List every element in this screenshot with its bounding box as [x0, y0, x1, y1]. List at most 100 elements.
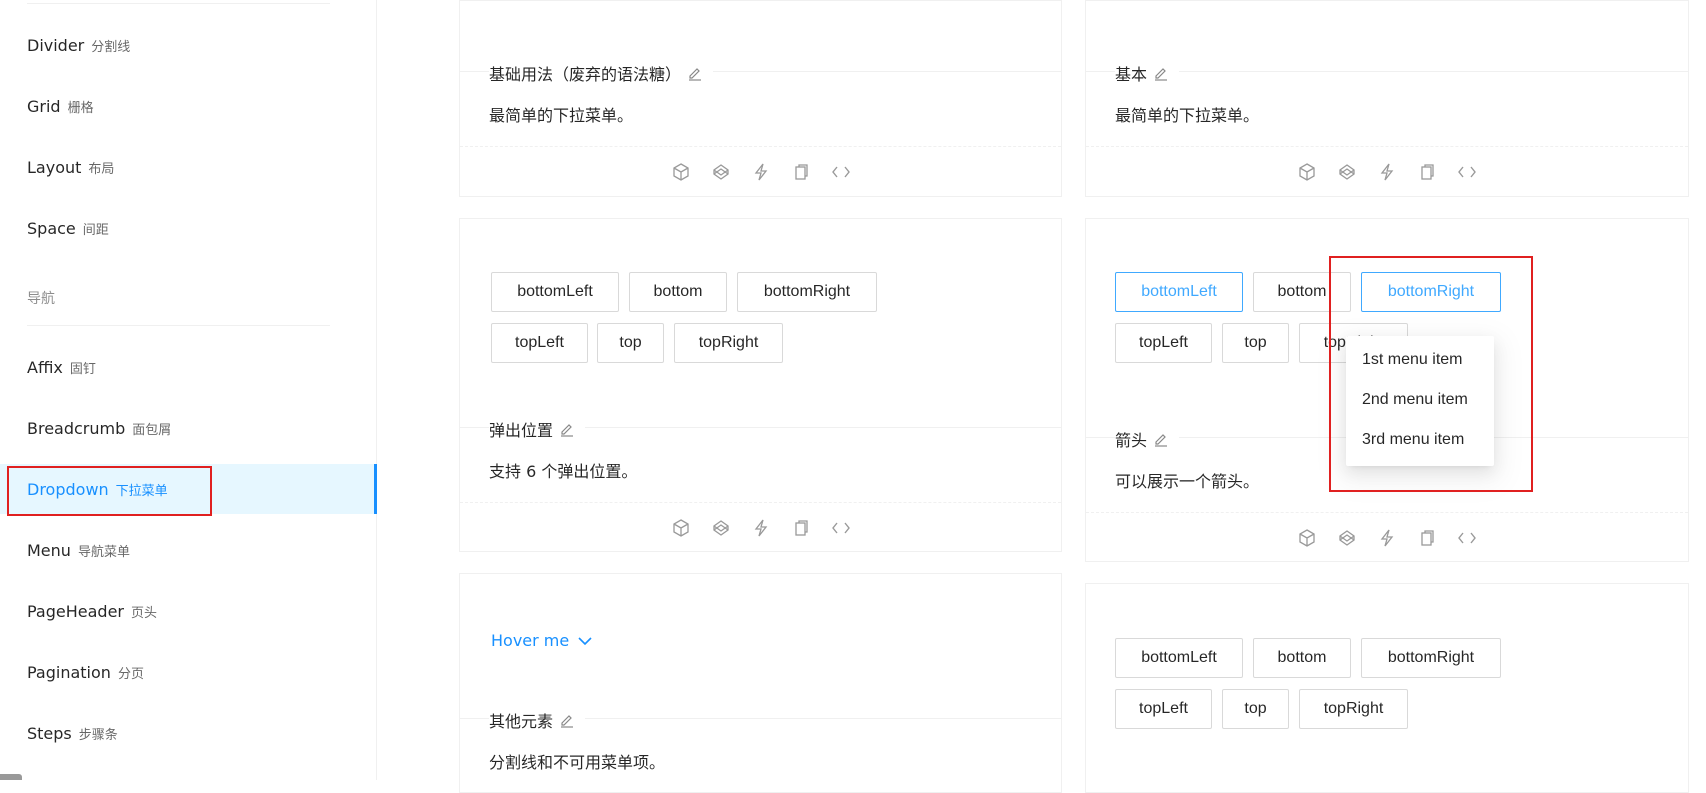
sidebar-item-sublabel: 分割线: [91, 39, 131, 55]
sidebar-item-sublabel: 页头: [131, 605, 158, 621]
placement-button-bottomright[interactable]: bottomRight: [737, 272, 877, 312]
hover-me-link[interactable]: Hover me: [491, 631, 593, 650]
demo-title: 基础用法（废弃的语法糖）: [489, 61, 714, 85]
demo-description: 最简单的下拉菜单。: [489, 106, 634, 125]
sidebar-item-pagination[interactable]: Pagination 分页: [0, 647, 377, 697]
codepen-icon[interactable]: [1336, 527, 1358, 549]
demo-title-text: 基础用法（废弃的语法糖）: [489, 65, 682, 84]
codesandbox-icon[interactable]: [1296, 161, 1318, 183]
demo-actions: [1086, 146, 1688, 196]
placement2-button-top[interactable]: top: [1222, 689, 1289, 729]
sidebar-item-sublabel: 固钉: [69, 361, 96, 377]
sidebar-item-label: Space: [27, 218, 76, 238]
sidebar-item-menu[interactable]: Menu 导航菜单: [0, 525, 377, 575]
code-icon[interactable]: [1456, 527, 1478, 549]
placement2-button-topleft[interactable]: topLeft: [1115, 689, 1212, 729]
edit-icon[interactable]: [687, 65, 703, 81]
demo-title-text: 弹出位置: [489, 421, 554, 440]
arrow-button-top[interactable]: top: [1222, 323, 1289, 363]
thunderbolt-icon[interactable]: [750, 517, 772, 539]
demo-actions: [460, 146, 1061, 196]
code-icon[interactable]: [830, 517, 852, 539]
placement2-button-topright[interactable]: topRight: [1299, 689, 1408, 729]
scrollbar[interactable]: [0, 774, 22, 780]
copy-icon[interactable]: [1416, 161, 1438, 183]
sidebar-item-breadcrumb[interactable]: Breadcrumb 面包屑: [0, 403, 377, 453]
sidebar-item-label: PageHeader: [27, 601, 124, 621]
codepen-icon[interactable]: [710, 161, 732, 183]
copy-icon[interactable]: [1416, 527, 1438, 549]
codepen-icon[interactable]: [710, 517, 732, 539]
sidebar-item-label: Pagination: [27, 662, 111, 682]
code-icon[interactable]: [1456, 161, 1478, 183]
placement-button-topleft[interactable]: topLeft: [491, 323, 588, 363]
placement-button-bottom[interactable]: bottom: [629, 272, 727, 312]
sidebar-item-dropdown[interactable]: Dropdown 下拉菜单: [0, 464, 377, 514]
sidebar-item-sublabel: 下拉菜单: [115, 483, 168, 499]
sidebar-item-affix[interactable]: Affix 固钉: [0, 342, 377, 392]
sidebar-item-grid[interactable]: Grid 栅格: [0, 81, 377, 131]
demo-description: 可以展示一个箭头。: [1115, 472, 1260, 491]
thunderbolt-icon[interactable]: [750, 161, 772, 183]
copy-icon[interactable]: [790, 517, 812, 539]
sidebar-item-label: Grid: [27, 96, 61, 116]
demo-card-basic-legacy: 基础用法（废弃的语法糖） 最简单的下拉菜单。: [459, 0, 1062, 197]
sidebar-item-divider[interactable]: Divider 分割线: [0, 20, 377, 70]
sidebar-item-layout[interactable]: Layout 布局: [0, 142, 377, 192]
sidebar-item-sublabel: 栅格: [67, 100, 94, 116]
chevron-down-icon: [578, 636, 592, 645]
demo-title: 基本: [1115, 61, 1180, 85]
dropdown-menu: 1st menu item 2nd menu item 3rd menu ite…: [1346, 336, 1494, 466]
demo-actions: [1086, 512, 1688, 562]
edit-icon[interactable]: [1153, 65, 1169, 81]
placement-button-topright[interactable]: topRight: [674, 323, 783, 363]
edit-icon[interactable]: [1153, 431, 1169, 447]
dropdown-menu-item[interactable]: 3rd menu item: [1346, 420, 1494, 460]
sidebar-item-sublabel: 间距: [82, 222, 109, 238]
sidebar-item-label: Divider: [27, 35, 85, 55]
codesandbox-icon[interactable]: [670, 517, 692, 539]
placement-button-bottomleft[interactable]: bottomLeft: [491, 272, 619, 312]
sidebar-item-label: Layout: [27, 157, 82, 177]
demo-card-placement-2: bottomLeft bottom bottomRight topLeft to…: [1085, 583, 1689, 793]
sidebar-group-title: 导航: [27, 291, 55, 307]
demo-title: 其他元素: [489, 708, 586, 732]
demo-card-other: Hover me 其他元素 分割线和不可用菜单项。: [459, 573, 1062, 793]
sidebar-item-label: Breadcrumb: [27, 418, 126, 438]
divider: [27, 325, 330, 326]
placement2-button-bottomleft[interactable]: bottomLeft: [1115, 638, 1243, 678]
placement2-button-bottom[interactable]: bottom: [1253, 638, 1351, 678]
sidebar-item-label: Steps: [27, 723, 72, 743]
sidebar-item-steps[interactable]: Steps 步骤条: [0, 708, 377, 758]
sidebar-item-sublabel: 布局: [88, 161, 115, 177]
sidebar-item-space[interactable]: Space 间距: [0, 203, 377, 253]
edit-icon[interactable]: [559, 712, 575, 728]
demo-description: 支持 6 个弹出位置。: [489, 462, 638, 481]
demo-title: 弹出位置: [489, 417, 586, 441]
edit-icon[interactable]: [559, 421, 575, 437]
placement2-button-bottomright[interactable]: bottomRight: [1361, 638, 1501, 678]
arrow-button-bottomleft[interactable]: bottomLeft: [1115, 272, 1243, 312]
dropdown-menu-item[interactable]: 2nd menu item: [1346, 380, 1494, 420]
dropdown-menu-item[interactable]: 1st menu item: [1346, 340, 1494, 380]
thunderbolt-icon[interactable]: [1376, 161, 1398, 183]
sidebar-item-label: Dropdown: [27, 479, 109, 499]
codepen-icon[interactable]: [1336, 161, 1358, 183]
demo-card-basic: 基本 最简单的下拉菜单。: [1085, 0, 1689, 197]
codesandbox-icon[interactable]: [670, 161, 692, 183]
demo-title-text: 基本: [1115, 65, 1148, 84]
sidebar-item-pageheader[interactable]: PageHeader 页头: [0, 586, 377, 636]
code-icon[interactable]: [830, 161, 852, 183]
sidebar-item-sublabel: 步骤条: [78, 727, 118, 743]
demo-description: 分割线和不可用菜单项。: [489, 753, 666, 772]
arrow-button-topleft[interactable]: topLeft: [1115, 323, 1212, 363]
codesandbox-icon[interactable]: [1296, 527, 1318, 549]
sidebar-item-label: Affix: [27, 357, 63, 377]
copy-icon[interactable]: [790, 161, 812, 183]
thunderbolt-icon[interactable]: [1376, 527, 1398, 549]
sidebar-item-sublabel: 分页: [117, 666, 144, 682]
sidebar-item-label: Menu: [27, 540, 71, 560]
arrow-button-bottom[interactable]: bottom: [1253, 272, 1351, 312]
arrow-button-bottomright[interactable]: bottomRight: [1361, 272, 1501, 312]
placement-button-top[interactable]: top: [597, 323, 664, 363]
